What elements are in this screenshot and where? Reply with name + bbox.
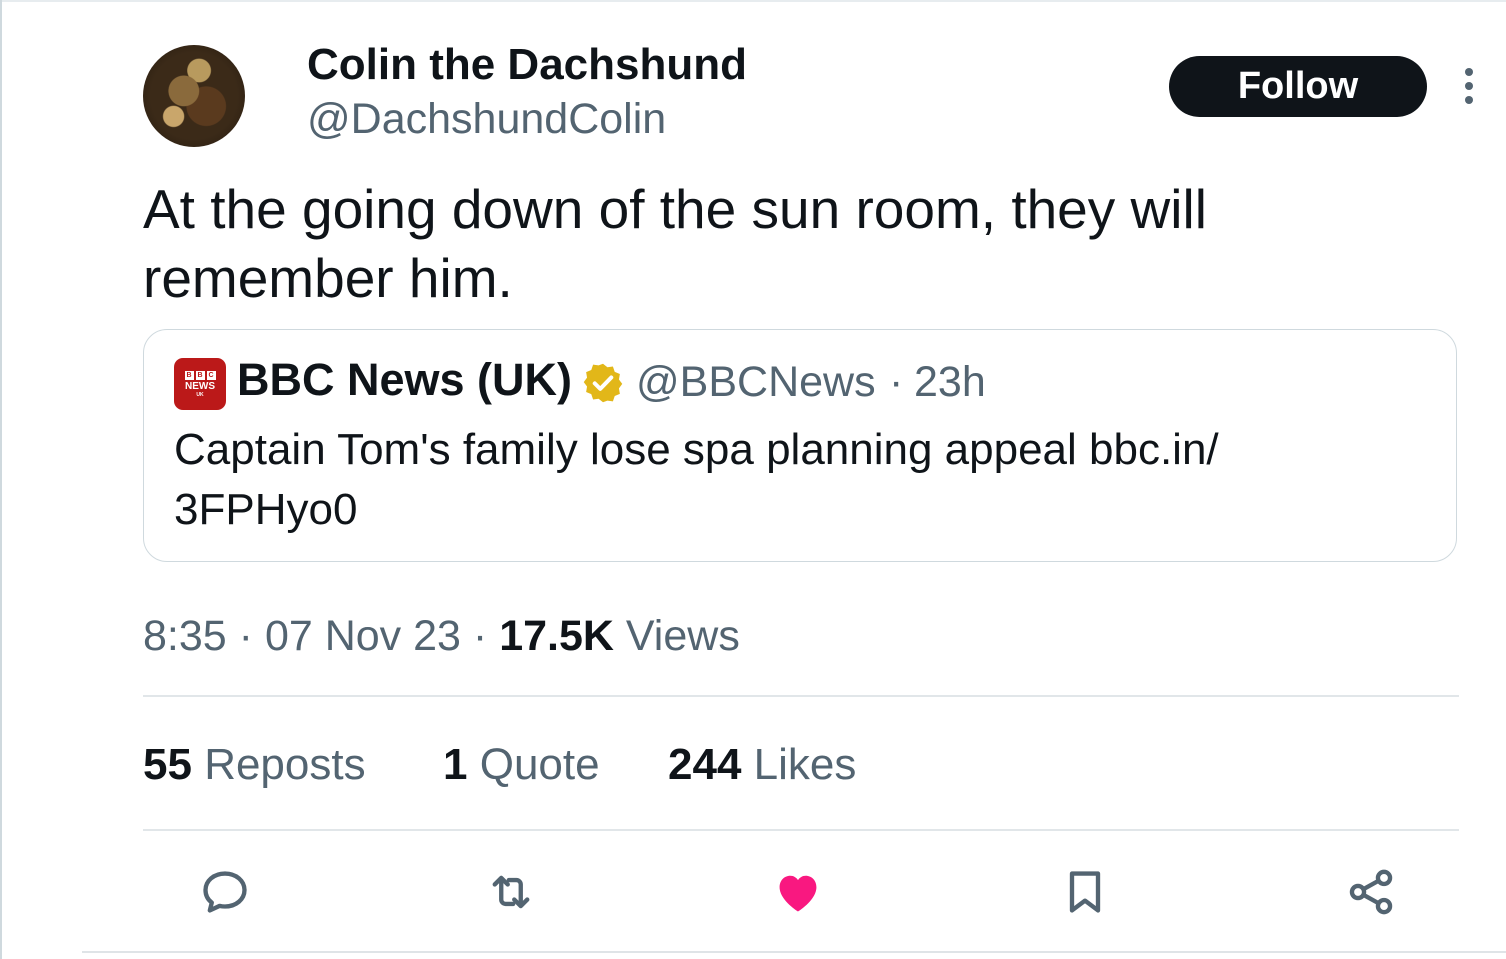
author-avatar[interactable] — [143, 45, 245, 147]
likes-label: Likes — [753, 740, 857, 789]
tweet-date[interactable]: 07 Nov 23 — [265, 612, 461, 660]
share-icon[interactable] — [1345, 866, 1397, 918]
quoted-timestamp[interactable]: 23h — [914, 358, 986, 407]
verified-badge-icon — [583, 363, 623, 403]
quotes-stat[interactable]: 1 Quote — [443, 740, 600, 790]
divider-stats — [143, 829, 1459, 831]
tweet-text: At the going down of the sun room, they … — [143, 178, 1207, 309]
reposts-label: Reposts — [204, 740, 366, 789]
like-icon[interactable] — [772, 866, 824, 918]
likes-stat[interactable]: 244 Likes — [668, 740, 856, 790]
views-label: Views — [625, 612, 740, 660]
tweet-time[interactable]: 8:35 — [143, 612, 227, 660]
bbc-logo-news: NEWS — [185, 380, 215, 392]
frame-left-border — [0, 0, 2, 959]
repost-icon[interactable] — [485, 866, 537, 918]
quoted-author-handle[interactable]: @BBCNews — [636, 358, 876, 407]
bbc-news-logo[interactable]: BBC NEWS UK — [174, 358, 226, 410]
quoted-tweet-text: Captain Tom's family lose spa planning a… — [174, 425, 1219, 534]
author-display-name[interactable]: Colin the Dachshund — [307, 40, 747, 90]
reposts-count: 55 — [143, 740, 192, 789]
quoted-author-name[interactable]: BBC News (UK) — [237, 354, 572, 406]
likes-count: 244 — [668, 740, 742, 789]
more-options-icon[interactable] — [1455, 66, 1483, 106]
quoted-tweet-card[interactable]: BBC NEWS UK BBC News (UK) @BBCNews · 23h… — [143, 329, 1457, 562]
reposts-stat[interactable]: 55 Reposts — [143, 740, 366, 790]
quotes-count: 1 — [443, 740, 468, 789]
bottom-divider — [82, 951, 1506, 953]
bbc-blocks: BBC — [184, 370, 216, 380]
reply-icon[interactable] — [199, 866, 251, 918]
meta-separator: · — [472, 612, 488, 660]
tweet-meta: 8:35 · 07 Nov 23 · 17.5K Views — [143, 612, 740, 661]
quoted-separator: · — [889, 358, 904, 406]
divider-meta — [143, 695, 1459, 697]
bbc-logo-uk: UK — [196, 391, 204, 398]
bookmark-icon[interactable] — [1059, 866, 1111, 918]
views-count: 17.5K — [499, 612, 614, 660]
follow-button[interactable]: Follow — [1169, 56, 1427, 117]
quotes-label: Quote — [479, 740, 600, 789]
frame-top-border — [0, 0, 1506, 2]
meta-separator: · — [238, 612, 253, 660]
author-handle[interactable]: @DachshundColin — [307, 95, 666, 144]
